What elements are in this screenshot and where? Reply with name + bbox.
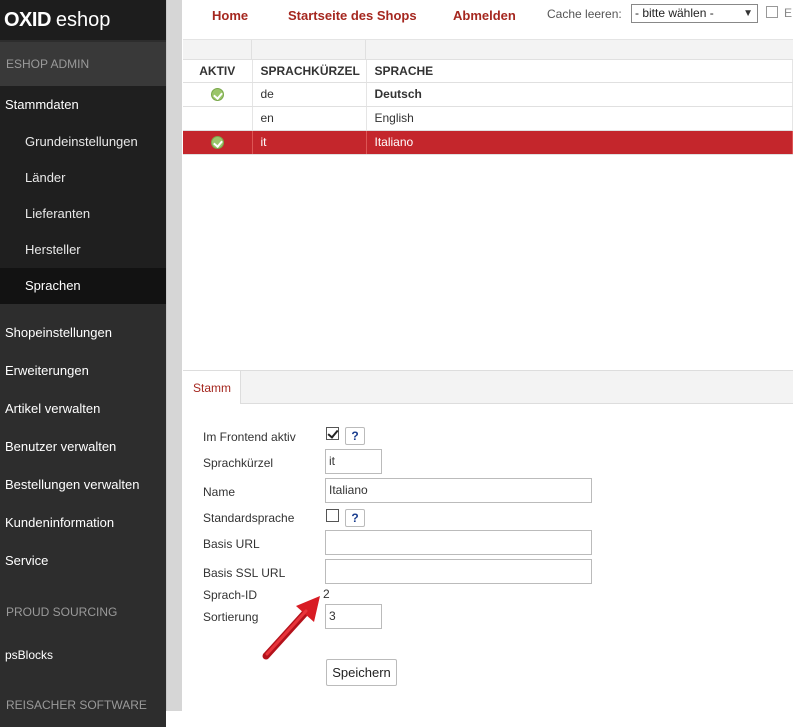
check-circle-icon bbox=[210, 88, 224, 102]
shop-start-link[interactable]: Startseite des Shops bbox=[288, 8, 417, 23]
standard-checkbox[interactable] bbox=[326, 509, 339, 522]
annotation-arrow-icon bbox=[262, 596, 320, 660]
label-frontend: Im Frontend aktiv bbox=[203, 430, 296, 444]
check-circle-icon bbox=[210, 136, 224, 150]
label-kuerzel: Sprachkürzel bbox=[203, 456, 274, 470]
section-proud-sourcing: PROUD SOURCING bbox=[0, 590, 166, 634]
cache-select-value: - bitte wählen - bbox=[635, 6, 714, 20]
basis-url-field[interactable] bbox=[325, 530, 592, 555]
menu-item-psblocks[interactable]: psBlocks bbox=[0, 636, 166, 674]
menu-item-artikel[interactable]: Artikel verwalten bbox=[0, 390, 166, 428]
sub-item-laender[interactable]: Länder bbox=[0, 160, 166, 196]
label-sortierung: Sortierung bbox=[203, 610, 259, 624]
code-cell[interactable]: en bbox=[252, 106, 367, 131]
table-row-selected[interactable]: it Italiano bbox=[183, 130, 793, 155]
label-sprach-id: Sprach-ID bbox=[203, 588, 258, 602]
extra-checkbox[interactable] bbox=[766, 6, 778, 18]
save-button[interactable]: Speichern bbox=[326, 659, 397, 686]
menu-item-stammdaten[interactable]: Stammdaten bbox=[0, 86, 166, 124]
logo-brand: OXID bbox=[4, 8, 51, 31]
name-field[interactable]: Italiano bbox=[325, 478, 592, 503]
sub-item-sprachen[interactable]: Sprachen bbox=[0, 268, 166, 304]
extra-label: E bbox=[784, 6, 793, 20]
menu-item-bestellungen[interactable]: Bestellungen verwalten bbox=[0, 466, 166, 504]
frame-divider[interactable] bbox=[166, 0, 182, 711]
language-cell[interactable]: Italiano bbox=[366, 130, 793, 155]
table-row[interactable]: en English bbox=[183, 106, 793, 131]
section-eshop-admin: ESHOP ADMIN bbox=[0, 42, 166, 86]
menu-item-service[interactable]: Service bbox=[0, 542, 166, 580]
sub-item-hersteller[interactable]: Hersteller bbox=[0, 232, 166, 268]
menu-item-shopeinstellungen[interactable]: Shopeinstellungen bbox=[0, 314, 166, 352]
frontend-checkbox[interactable] bbox=[326, 427, 339, 440]
section-reisacher: REISACHER SOFTWARE bbox=[0, 683, 166, 727]
language-cell[interactable]: English bbox=[366, 106, 793, 131]
logout-link[interactable]: Abmelden bbox=[453, 8, 516, 23]
code-cell[interactable]: it bbox=[252, 130, 367, 155]
logo[interactable]: OXID eshop bbox=[0, 0, 166, 40]
sortierung-field[interactable]: 3 bbox=[325, 604, 382, 629]
chevron-down-icon: ▼ bbox=[743, 8, 753, 19]
label-standard: Standardsprache bbox=[203, 511, 295, 525]
menu-main: Shopeinstellungen Erweiterungen Artikel … bbox=[0, 314, 166, 580]
filter-row bbox=[183, 40, 793, 60]
active-cell bbox=[183, 106, 253, 131]
col-header-kuerzel[interactable]: SPRACHKÜRZEL bbox=[252, 60, 367, 83]
code-cell[interactable]: de bbox=[252, 82, 367, 107]
menu-item-benutzer[interactable]: Benutzer verwalten bbox=[0, 428, 166, 466]
sidebar: OXID eshop ESHOP ADMIN Stammdaten Grunde… bbox=[0, 0, 166, 727]
help-icon[interactable]: ? bbox=[345, 509, 365, 527]
menu-item-kundeninformation[interactable]: Kundeninformation bbox=[0, 504, 166, 542]
language-list: AKTIV SPRACHKÜRZEL SPRACHE de Deutsch en… bbox=[183, 40, 793, 370]
home-link[interactable]: Home bbox=[212, 8, 248, 23]
tab-stamm[interactable]: Stamm bbox=[183, 371, 241, 404]
table-header: AKTIV SPRACHKÜRZEL SPRACHE bbox=[183, 60, 793, 83]
active-cell bbox=[183, 82, 253, 107]
sub-item-grundeinstellungen[interactable]: Grundeinstellungen bbox=[0, 124, 166, 160]
menu-stammdaten: Stammdaten Grundeinstellungen Länder Lie… bbox=[0, 86, 166, 304]
logo-product: eshop bbox=[55, 8, 111, 31]
sub-item-lieferanten[interactable]: Lieferanten bbox=[0, 196, 166, 232]
cache-label: Cache leeren: bbox=[547, 7, 622, 21]
active-cell bbox=[183, 130, 253, 155]
help-icon[interactable]: ? bbox=[345, 427, 365, 445]
col-header-sprache[interactable]: SPRACHE bbox=[366, 60, 793, 83]
label-basis-ssl: Basis SSL URL bbox=[203, 566, 286, 580]
label-basis-url: Basis URL bbox=[203, 537, 260, 551]
table-row[interactable]: de Deutsch bbox=[183, 82, 793, 107]
menu-item-erweiterungen[interactable]: Erweiterungen bbox=[0, 352, 166, 390]
language-table: AKTIV SPRACHKÜRZEL SPRACHE de Deutsch en… bbox=[183, 60, 793, 155]
language-cell[interactable]: Deutsch bbox=[366, 82, 793, 107]
tab-bar: Stamm bbox=[183, 371, 793, 404]
col-header-aktiv[interactable]: AKTIV bbox=[183, 60, 253, 83]
top-nav: Home Startseite des Shops Abmelden Cache… bbox=[183, 0, 793, 40]
basis-ssl-field[interactable] bbox=[325, 559, 592, 584]
kuerzel-field[interactable]: it bbox=[325, 449, 382, 474]
label-name: Name bbox=[203, 485, 236, 499]
cache-select[interactable]: - bitte wählen - ▼ bbox=[631, 4, 758, 23]
